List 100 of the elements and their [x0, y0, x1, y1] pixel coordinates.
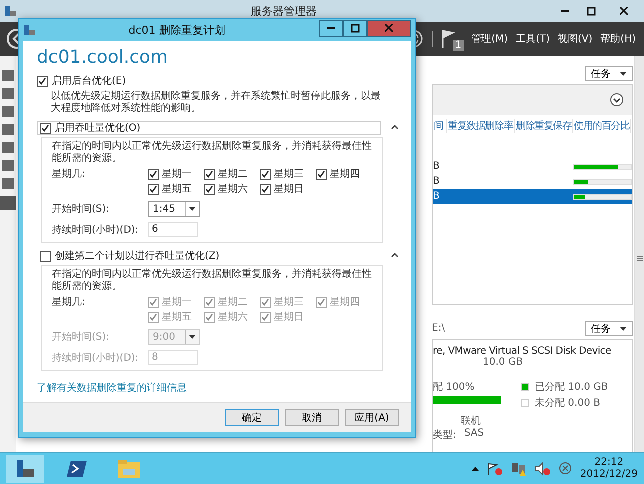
clock-date: 2012/12/29: [580, 468, 638, 480]
table-row[interactable]: B: [433, 159, 632, 174]
table-cell-text: B: [433, 161, 441, 172]
type-label: 类型:: [433, 428, 456, 442]
checkbox-label: 星期四: [330, 168, 360, 181]
disk-path: E:\: [432, 323, 446, 334]
checkbox[interactable]: [260, 168, 271, 180]
checkbox[interactable]: [316, 168, 327, 180]
checkbox[interactable]: [40, 122, 51, 134]
expand-icon[interactable]: [610, 93, 624, 107]
checkbox[interactable]: [260, 184, 271, 194]
disk-status: 联机: [461, 414, 482, 428]
description: 以低优先级定期运行数据删除重复服务，并在系统繁忙时暂停此服务，以最大程度地降低对系统性能的影响。: [51, 91, 382, 115]
table-row[interactable]: B: [433, 174, 632, 189]
checkbox-label: 启用后台优化(E): [52, 74, 126, 88]
caret-icon: [189, 335, 196, 339]
checkbox-label: 星期四: [330, 296, 360, 309]
maximize-icon: [586, 6, 596, 16]
minimize-icon: [561, 10, 569, 12]
notification-badge: 1: [453, 40, 464, 50]
dialog-button[interactable]: 取消: [285, 409, 339, 426]
scroll-grip-icon[interactable]: [636, 256, 642, 262]
show-hidden-icon[interactable]: [472, 466, 480, 470]
window-title: 服务器管理器: [250, 4, 318, 18]
checkbox-label: 星期一: [162, 168, 192, 181]
checkbox[interactable]: [204, 296, 215, 308]
column-header[interactable]: 间: [433, 119, 447, 133]
table-row[interactable]: B: [433, 189, 632, 204]
dialog-button[interactable]: 应用(A): [345, 409, 399, 426]
table-cell-text: B: [433, 176, 441, 187]
checkbox-label: 星期二: [218, 168, 248, 181]
checkbox-label: 星期六: [218, 182, 248, 196]
close-circle-icon[interactable]: [559, 462, 572, 475]
menu-item[interactable]: 管理(M): [472, 32, 508, 46]
menu-item[interactable]: 工具(T): [516, 32, 550, 46]
checkbox[interactable]: [204, 168, 215, 180]
tasks-button[interactable]: 任务: [585, 321, 633, 336]
checkbox-label: 星期五: [162, 310, 192, 324]
field-label: 星期几:: [52, 168, 86, 182]
close-button[interactable]: [367, 20, 411, 36]
disk-name: re, VMware Virtual S SCSI Disk Device: [433, 346, 612, 357]
checkbox-label: 星期一: [162, 296, 192, 309]
flag-icon[interactable]: [487, 462, 504, 476]
checkbox-label: 星期六: [218, 310, 248, 324]
field-label: 开始时间(S):: [52, 330, 111, 344]
checkbox[interactable]: [148, 184, 159, 194]
clock-time: 22:12: [594, 456, 624, 468]
disk-size: 10.0 GB: [483, 357, 524, 368]
field-label: 开始时间(S):: [52, 202, 111, 216]
column-header[interactable]: 使用的百分比: [573, 119, 631, 133]
checkbox[interactable]: [316, 296, 327, 308]
checkbox[interactable]: [40, 250, 51, 262]
checkbox[interactable]: [148, 168, 159, 180]
checkbox-label: 星期日: [274, 310, 304, 324]
checkbox[interactable]: [37, 76, 48, 86]
caret-icon: [620, 326, 627, 330]
maximize-icon: [350, 24, 360, 32]
app-icon: [4, 5, 16, 17]
duration-field[interactable]: 6: [148, 222, 198, 237]
checkbox[interactable]: [260, 296, 271, 308]
field-label: 持续时间(小时)(D):: [52, 352, 140, 364]
app-icon: [23, 24, 35, 36]
checkbox-label: 星期三: [274, 296, 304, 309]
checkbox[interactable]: [148, 296, 159, 308]
menu-item[interactable]: 帮助(H): [600, 32, 636, 46]
tasks-button[interactable]: 任务: [585, 66, 633, 81]
checkbox-label: 创建第二个计划以进行吞吐量优化(Z): [55, 250, 220, 263]
field-label: 持续时间(小时)(D):: [52, 224, 140, 236]
caret-icon: [189, 207, 196, 211]
legend-label: 已分配 10.0 GB: [535, 381, 608, 394]
checkbox-label: 星期日: [274, 182, 304, 196]
time-dropdown[interactable]: 1:45: [148, 201, 200, 217]
collapse-icon[interactable]: [391, 124, 399, 130]
server-manager-taskbar-icon[interactable]: [6, 454, 44, 482]
dialog-title: dc01 删除重复计划: [128, 22, 226, 38]
checkbox-label: 启用吞吐量优化(O): [55, 122, 141, 135]
close-icon: [385, 24, 393, 32]
checkbox[interactable]: [260, 312, 271, 322]
volume-icon[interactable]: [535, 462, 552, 476]
checkbox[interactable]: [204, 184, 215, 194]
dialog-button[interactable]: 确定: [225, 409, 279, 426]
table-cell-text: B: [433, 191, 441, 202]
flag-icon[interactable]: [441, 29, 456, 49]
close-icon: [620, 7, 628, 15]
server-name: dc01.cool.com: [37, 47, 170, 68]
menu-item[interactable]: 视图(V): [558, 32, 593, 46]
checkbox-label: 星期五: [162, 182, 192, 196]
column-header[interactable]: 重复数据删除率: [447, 119, 515, 133]
checkbox[interactable]: [148, 312, 159, 322]
description: 在指定的时间内以正常优先级运行数据删除重复服务，并消耗获得最佳性能所需的资源。: [52, 269, 373, 293]
network-icon[interactable]: [511, 462, 528, 476]
collapse-icon[interactable]: [391, 252, 399, 258]
checkbox[interactable]: [204, 312, 215, 322]
allocation-label: 配 100%: [433, 381, 476, 394]
description: 在指定的时间内以正常优先级运行数据删除重复服务，并消耗获得最佳性能所需的资源。: [52, 141, 373, 165]
checkbox-label: 星期二: [218, 296, 248, 309]
column-header[interactable]: 删除重复保存: [515, 119, 573, 133]
info-link[interactable]: 了解有关数据删除重复的详细信息: [37, 381, 187, 395]
disk-type: SAS: [464, 428, 484, 441]
minimize-icon: [327, 27, 335, 29]
